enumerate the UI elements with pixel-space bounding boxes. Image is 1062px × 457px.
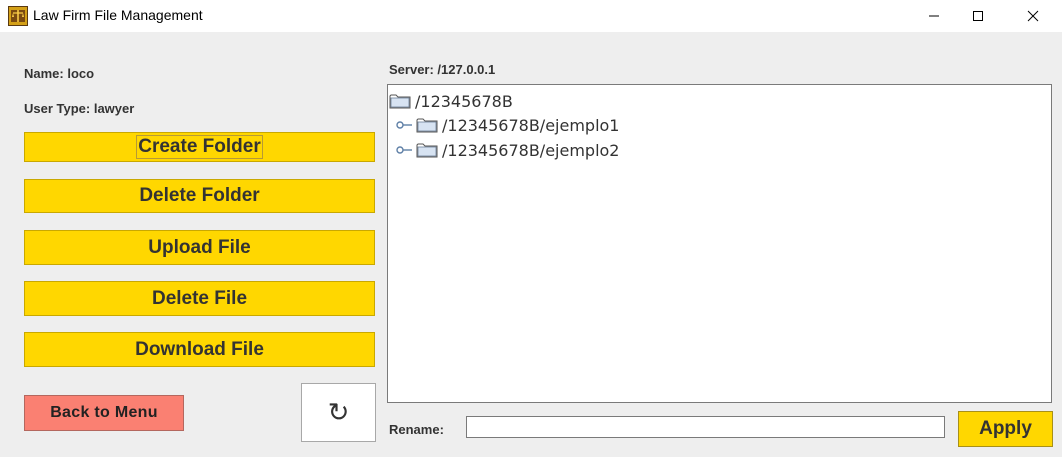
delete-file-label: Delete File bbox=[151, 287, 248, 309]
apply-button[interactable]: Apply bbox=[958, 411, 1053, 447]
folder-icon bbox=[416, 143, 438, 158]
tree-node-ejemplo2[interactable]: /12345678B/ejemplo2 bbox=[396, 139, 619, 161]
create-folder-label: Create Folder bbox=[136, 135, 263, 159]
apply-label: Apply bbox=[979, 418, 1032, 439]
back-to-menu-button[interactable]: Back to Menu bbox=[24, 395, 184, 431]
minimize-button[interactable] bbox=[911, 0, 957, 32]
server-label: Server: /127.0.0.1 bbox=[389, 62, 496, 77]
close-button[interactable] bbox=[1010, 0, 1056, 32]
tree-node-ejemplo1[interactable]: /12345678B/ejemplo1 bbox=[396, 114, 619, 136]
download-file-button[interactable]: Download File bbox=[24, 332, 375, 367]
title-bar: Law Firm File Management bbox=[0, 0, 1062, 32]
tree-node-root[interactable]: /12345678B bbox=[389, 90, 513, 112]
maximize-button[interactable] bbox=[955, 0, 1001, 32]
user-name-label: Name: loco bbox=[24, 66, 95, 81]
close-icon bbox=[1027, 10, 1039, 22]
maximize-icon bbox=[973, 11, 983, 21]
folder-icon bbox=[389, 94, 411, 109]
delete-folder-label: Delete Folder bbox=[139, 185, 260, 206]
back-to-menu-label: Back to Menu bbox=[50, 404, 158, 421]
tree-node-label: /12345678B/ejemplo1 bbox=[442, 115, 620, 135]
create-folder-button[interactable]: Create Folder bbox=[24, 132, 375, 162]
rename-input[interactable] bbox=[466, 416, 945, 438]
minimize-icon bbox=[929, 15, 939, 17]
delete-file-button[interactable]: Delete File bbox=[24, 281, 375, 316]
user-type-label: User Type: lawyer bbox=[24, 101, 135, 116]
window-title: Law Firm File Management bbox=[33, 7, 203, 23]
refresh-button[interactable]: ↻ bbox=[301, 383, 376, 442]
rename-label: Rename: bbox=[389, 422, 444, 437]
tree-node-label: /12345678B bbox=[415, 91, 513, 111]
delete-folder-button[interactable]: Delete Folder bbox=[24, 179, 375, 213]
expand-handle-icon[interactable] bbox=[396, 139, 416, 161]
expand-handle-icon[interactable] bbox=[396, 114, 416, 136]
upload-file-label: Upload File bbox=[148, 236, 251, 258]
folder-tree[interactable]: /12345678B /12345678B/ejemplo1 /12345678… bbox=[387, 84, 1052, 403]
download-file-label: Download File bbox=[135, 338, 264, 360]
app-logo-icon bbox=[8, 6, 28, 26]
upload-file-button[interactable]: Upload File bbox=[24, 230, 375, 265]
refresh-icon: ↻ bbox=[327, 397, 350, 428]
folder-icon bbox=[416, 118, 438, 133]
tree-node-label: /12345678B/ejemplo2 bbox=[442, 140, 620, 160]
